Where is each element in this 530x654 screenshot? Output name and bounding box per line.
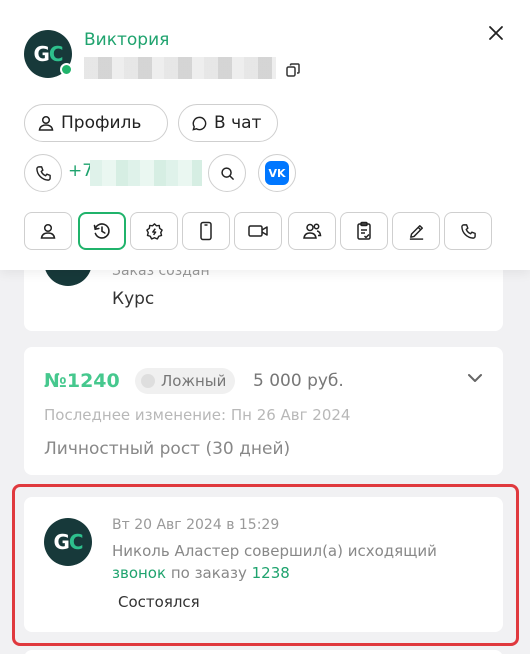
event-date: Вт 20 Авг 2024 в 15:29 (112, 517, 280, 533)
event-title: Курс (112, 289, 155, 309)
status-badge-label: Ложный (161, 372, 227, 390)
next-card (24, 650, 503, 654)
call-button[interactable] (24, 154, 62, 192)
tab-history[interactable] (78, 212, 126, 250)
event-description-continued: звонок по заказу 1238 (112, 564, 290, 582)
pencil-icon (407, 222, 426, 241)
profile-button[interactable]: Профиль (24, 104, 168, 142)
gear-badge-icon (145, 222, 164, 241)
copy-icon[interactable] (285, 62, 301, 78)
phone-icon (460, 223, 477, 240)
close-icon[interactable] (487, 24, 505, 42)
avatar-letter-g: G (33, 42, 49, 66)
clipboard-icon (355, 221, 373, 241)
event-description: Николь Аластер совершил(а) исходящий (112, 542, 437, 560)
call-link[interactable]: звонок (112, 564, 166, 582)
tab-settings[interactable] (130, 212, 178, 250)
tab-mobile[interactable] (182, 212, 230, 250)
avatar-letter-c: C (48, 42, 64, 66)
history-icon (92, 221, 112, 241)
contact-name: Виктория (84, 30, 170, 50)
profile-button-label: Профиль (61, 113, 142, 133)
avatar-letter-g: G (53, 530, 69, 554)
mobile-icon (198, 221, 214, 241)
phone-icon (35, 165, 52, 182)
contact-header: GC Виктория Профиль В чат +7 VK (0, 0, 530, 270)
vk-icon: VK (265, 161, 289, 185)
tab-tasks[interactable] (340, 212, 388, 250)
order-link[interactable]: 1238 (252, 564, 290, 582)
online-status-dot (60, 63, 73, 76)
person-icon (39, 222, 57, 240)
status-dot (141, 374, 155, 388)
status-badge: Ложный (135, 368, 236, 394)
tab-calls[interactable] (444, 212, 492, 250)
chat-button-label: В чат (214, 113, 262, 133)
people-icon (302, 221, 322, 241)
video-camera-icon (247, 222, 269, 240)
order-product: Личностный рост (30 дней) (44, 439, 291, 459)
last-modified: Последнее изменение: Пн 26 Авг 2024 (44, 406, 351, 424)
chat-bubble-icon (191, 115, 208, 132)
call-status: Состоялся (118, 593, 200, 611)
tab-profile[interactable] (24, 212, 72, 250)
search-button[interactable] (208, 154, 246, 192)
avatar-letter-c: C (68, 530, 84, 554)
search-icon (220, 166, 235, 181)
chevron-down-icon[interactable] (467, 372, 483, 384)
order-number[interactable]: №1240 (44, 370, 120, 392)
avatar: GC (44, 518, 92, 566)
chat-button[interactable]: В чат (178, 104, 278, 142)
redacted-phone-digits (90, 160, 202, 186)
person-icon (37, 114, 55, 132)
tab-notes[interactable] (392, 212, 440, 250)
redacted-contact-id (84, 57, 276, 79)
tab-video[interactable] (234, 212, 282, 250)
order-price: 5 000 руб. (253, 371, 344, 391)
vk-button[interactable]: VK (258, 154, 296, 192)
event-text-by-order: по заказу (166, 564, 252, 582)
tab-contacts[interactable] (288, 212, 336, 250)
